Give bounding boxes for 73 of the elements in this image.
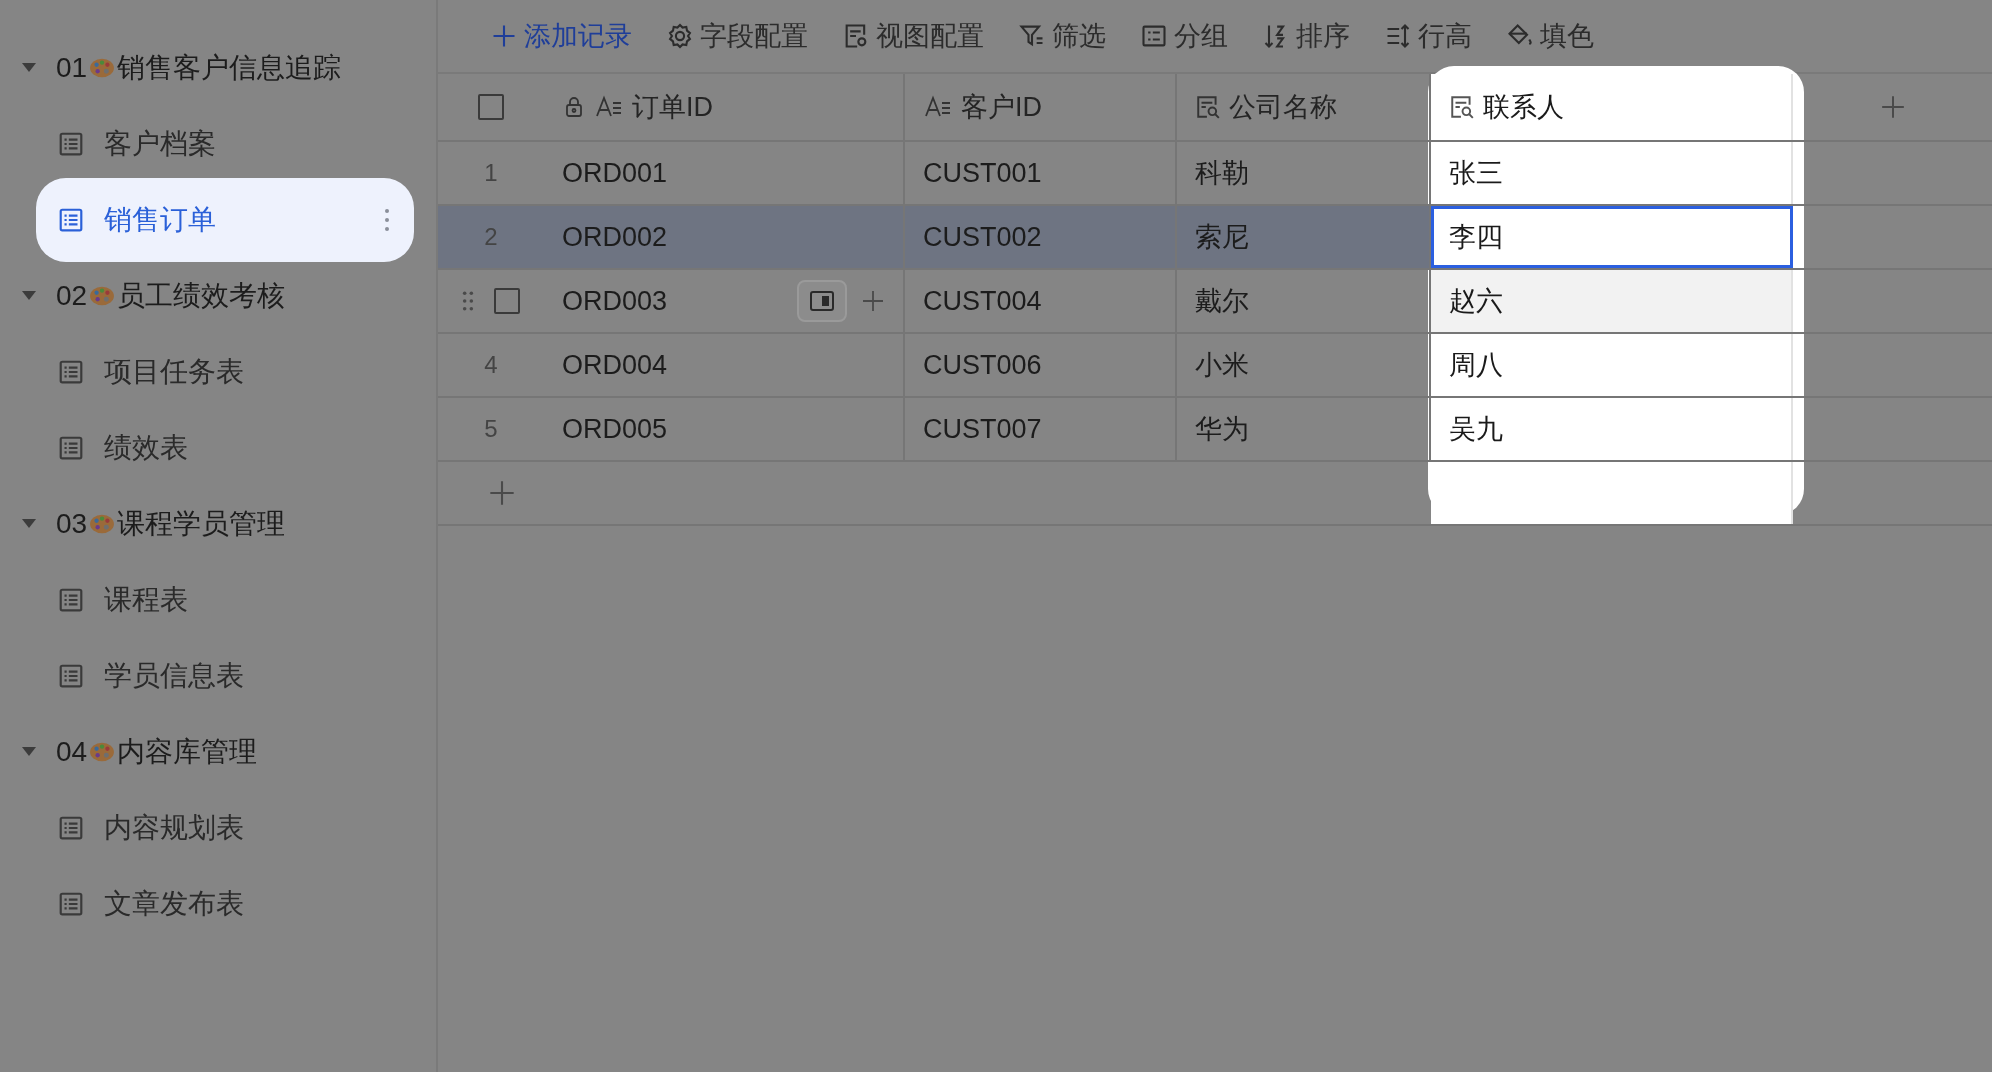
sidebar-item[interactable]: 内容规划表 — [14, 790, 422, 866]
group-number: 01 — [56, 52, 88, 84]
table-icon — [58, 435, 84, 461]
table-icon — [58, 131, 84, 157]
table-cell: ORD004 — [544, 334, 905, 396]
table-cell: CUST001 — [905, 142, 1177, 204]
table-icon — [58, 891, 84, 917]
group-number: 03 — [56, 508, 88, 540]
table-cell: CUST004 — [905, 270, 1177, 332]
caret-icon[interactable] — [22, 291, 36, 301]
more-icon[interactable] — [384, 208, 390, 232]
text-field-icon — [594, 95, 624, 119]
toolbar-button[interactable]: 行高 — [1376, 12, 1480, 60]
group-title[interactable]: 员工绩效考核 — [117, 277, 286, 315]
table-cell: ORD005 — [544, 398, 905, 460]
lookup-field-icon — [1449, 94, 1475, 120]
caret-icon[interactable] — [22, 519, 36, 529]
column-header[interactable]: 订单ID — [544, 74, 905, 140]
column-header[interactable]: 客户ID — [905, 74, 1177, 140]
palette-icon — [89, 57, 116, 79]
sidebar-item[interactable]: 销售订单 — [36, 178, 414, 262]
table-icon — [58, 663, 84, 689]
group-title[interactable]: 销售客户信息追踪 — [117, 49, 342, 87]
toolbar-button[interactable]: 字段配置 — [658, 12, 816, 60]
table-cell: CUST007 — [905, 398, 1177, 460]
palette-icon — [89, 285, 116, 307]
palette-icon — [89, 741, 116, 763]
gear-icon — [666, 22, 694, 50]
toolbar-button[interactable]: 填色 — [1498, 12, 1602, 60]
add-column-icon[interactable] — [1879, 94, 1906, 120]
group-title[interactable]: 课程学员管理 — [117, 505, 286, 543]
caret-icon[interactable] — [22, 63, 36, 73]
add-row-icon[interactable] — [488, 479, 516, 507]
table-cell: 李四 — [1431, 206, 1793, 268]
group-title[interactable]: 内容库管理 — [117, 733, 258, 771]
lookup-field-icon — [1195, 94, 1221, 120]
sidebar-item[interactable]: 项目任务表 — [14, 334, 422, 410]
table-icon — [58, 815, 84, 841]
toolbar-button[interactable]: 分组 — [1132, 12, 1236, 60]
table-cell: 赵六 — [1431, 270, 1793, 332]
panel-icon — [810, 291, 834, 311]
palette-icon — [89, 513, 116, 535]
table-icon — [58, 207, 84, 233]
table-icon — [58, 359, 84, 385]
expand-record-button[interactable] — [797, 280, 847, 322]
checkbox[interactable] — [494, 288, 520, 314]
sidebar-item[interactable]: 绩效表 — [14, 410, 422, 486]
table-icon — [58, 587, 84, 613]
sidebar-item[interactable]: 课程表 — [14, 562, 422, 638]
sidebar-item[interactable]: 学员信息表 — [14, 638, 422, 714]
add-icon[interactable] — [861, 289, 885, 313]
sidebar-item[interactable]: 文章发布表 — [14, 866, 422, 942]
table-cell: ORD001 — [544, 142, 905, 204]
cell-text: ORD003 — [562, 285, 668, 317]
row-number: 2 — [484, 223, 498, 251]
table-cell: 索尼 — [1177, 206, 1431, 268]
group-number: 04 — [56, 736, 88, 768]
checkbox[interactable] — [478, 94, 504, 120]
table-cell: CUST006 — [905, 334, 1177, 396]
table-cell: CUST002 — [905, 206, 1177, 268]
text-field-icon — [923, 95, 953, 119]
toolbar-button[interactable]: 排序 — [1254, 12, 1358, 60]
toolbar-button[interactable]: 视图配置 — [834, 12, 992, 60]
row-number: 1 — [484, 159, 498, 187]
table-cell: ORD002 — [544, 206, 905, 268]
drag-handle-icon[interactable] — [462, 291, 474, 311]
group-number: 02 — [56, 280, 88, 312]
add-record-button[interactable]: 添加记录 — [482, 12, 640, 60]
row-number: 5 — [484, 415, 498, 443]
toolbar-button[interactable]: 筛选 — [1010, 12, 1114, 60]
column-header[interactable]: 联系人 — [1431, 74, 1793, 140]
caret-icon[interactable] — [22, 747, 36, 757]
row-number: 4 — [484, 351, 498, 379]
